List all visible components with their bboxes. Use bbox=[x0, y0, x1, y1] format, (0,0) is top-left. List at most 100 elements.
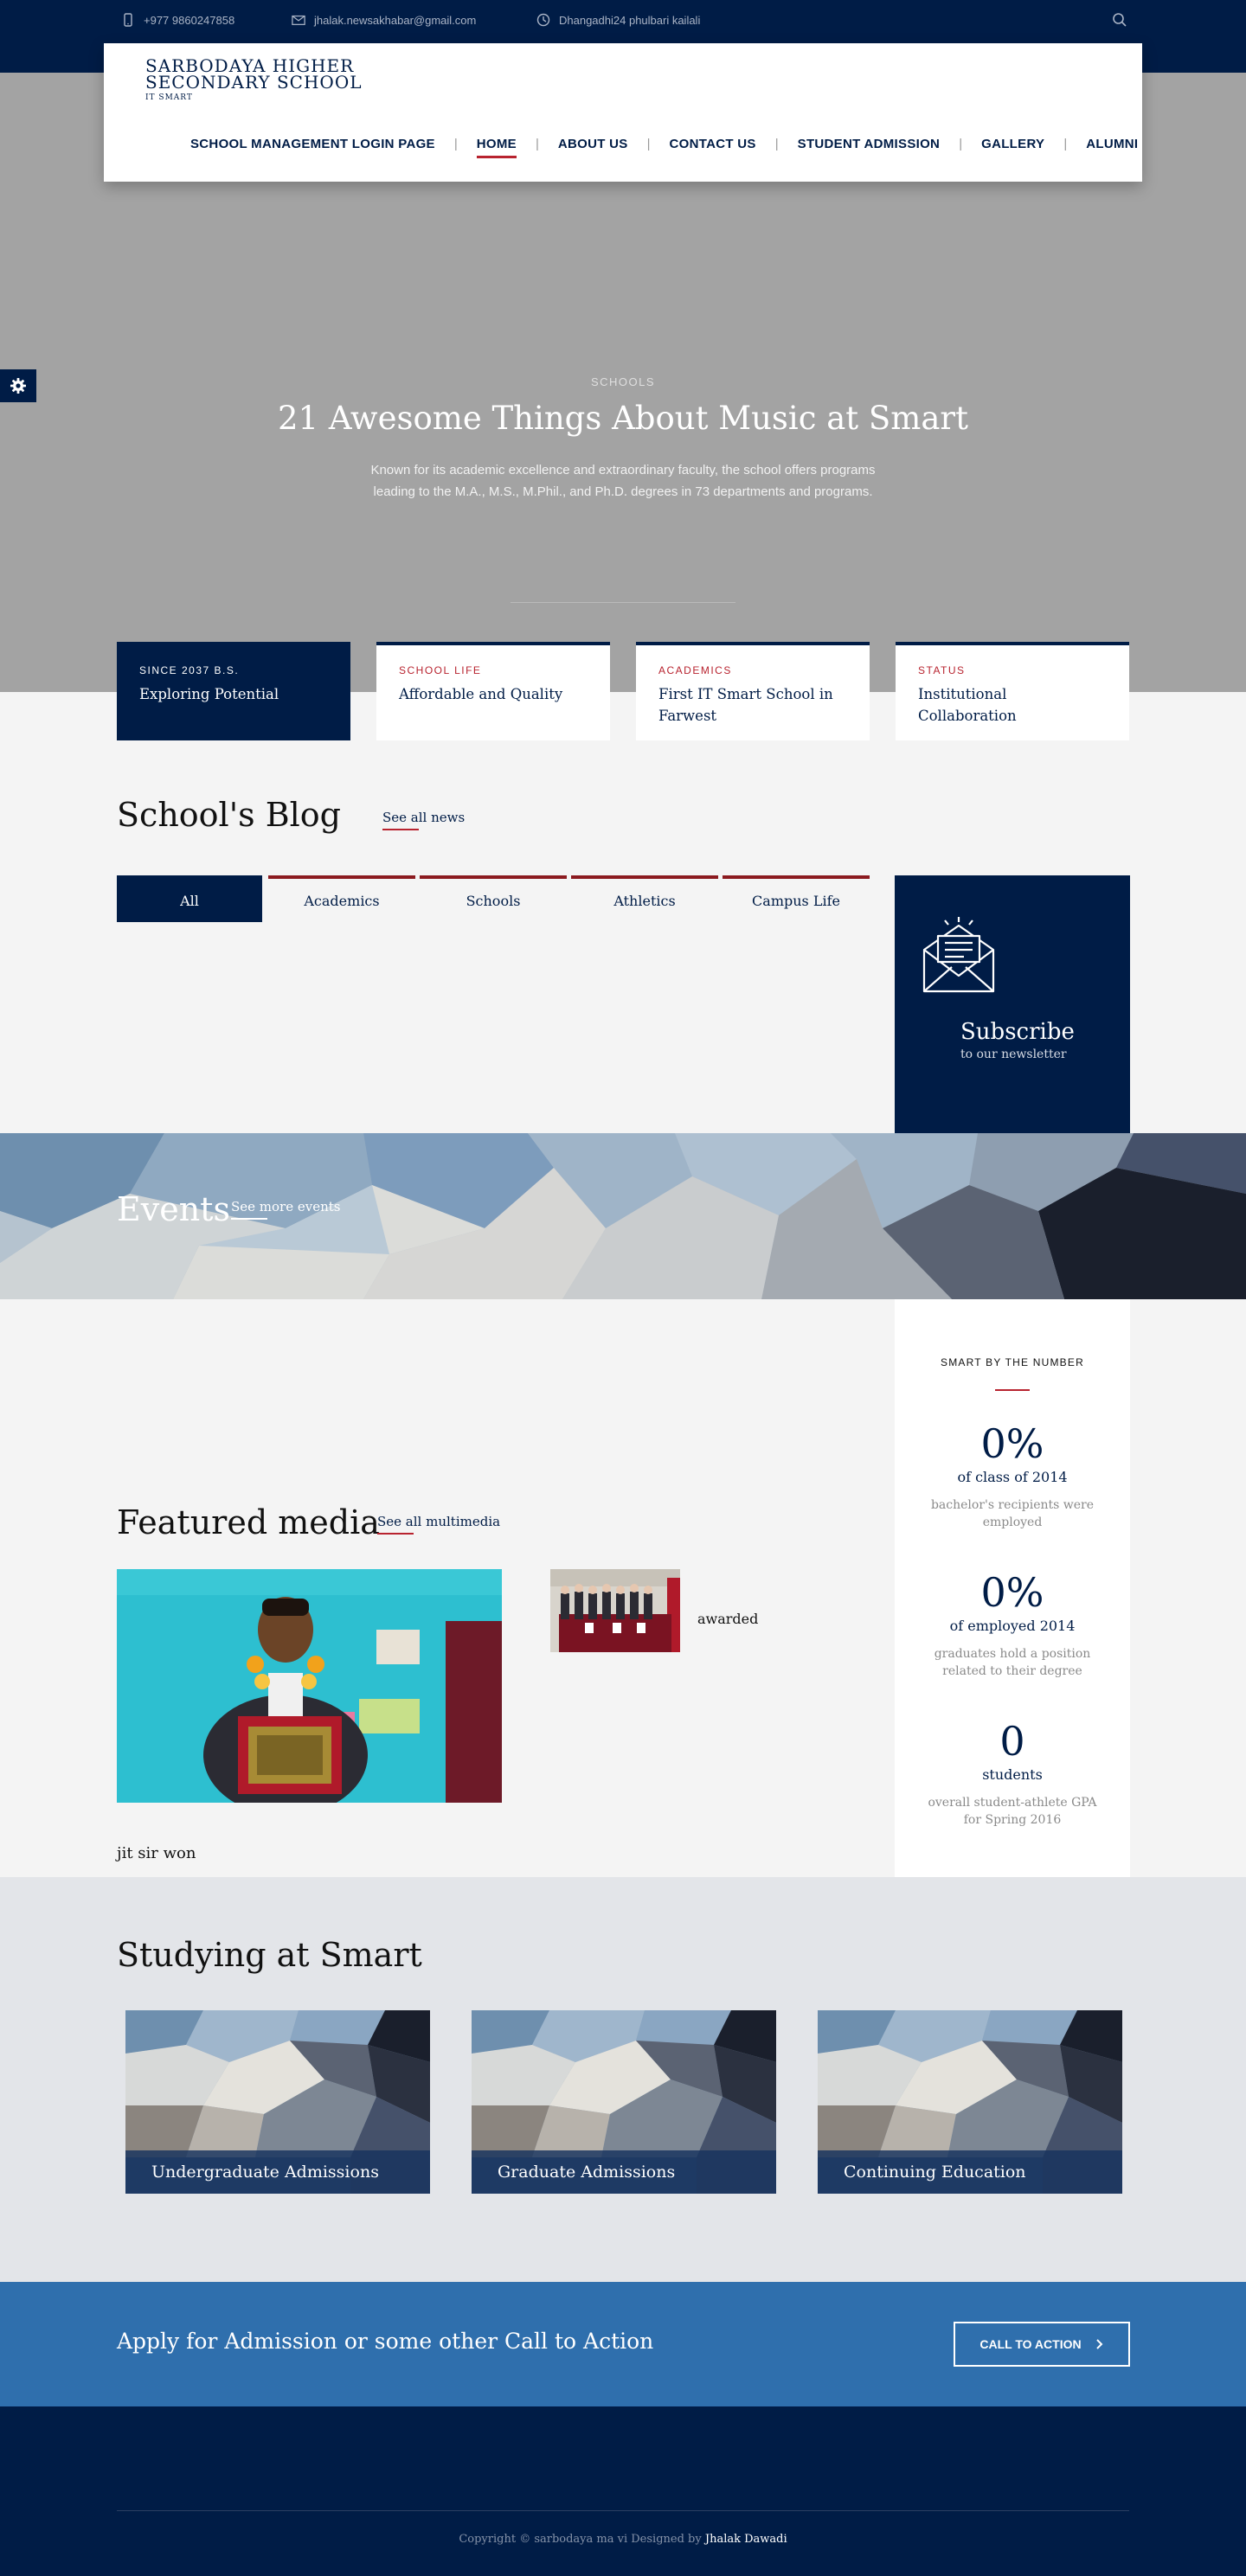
events-see-more-link[interactable]: See more events bbox=[231, 1199, 340, 1214]
stat-desc-line1: overall student-athlete GPA bbox=[928, 1796, 1097, 1810]
nav-item-home[interactable]: HOME bbox=[476, 137, 517, 158]
stat-desc-line2: employed bbox=[982, 1515, 1043, 1529]
settings-toggle[interactable] bbox=[0, 369, 36, 402]
stat-desc-line1: graduates hold a position bbox=[934, 1647, 1091, 1661]
topbar-phone: +977 9860247858 bbox=[121, 13, 234, 27]
stat-desc-line1: bachelor's recipients were bbox=[930, 1498, 1095, 1512]
clock-icon bbox=[536, 13, 550, 27]
footer-copyright-line: Copyright © sarbodaya ma vi Designed by … bbox=[0, 2533, 1246, 2546]
link-underline bbox=[377, 1533, 414, 1535]
nav-separator: | bbox=[1063, 137, 1068, 151]
feature-card-exploring-potential[interactable]: SINCE 2037 B.S. Exploring Potential bbox=[117, 642, 350, 740]
hero-text-line2: leading to the M.A., M.S., M.Phil., and … bbox=[373, 484, 873, 499]
featured-media-main-image[interactable] bbox=[117, 1569, 502, 1803]
events-title: Events bbox=[117, 1190, 230, 1228]
nav-separator: | bbox=[646, 137, 651, 151]
media-side-caption[interactable]: awarded bbox=[697, 1611, 758, 1627]
feature-card-institutional-collaboration[interactable]: STATUS Institutional Collaboration bbox=[896, 642, 1129, 740]
topbar-email: jhalak.newsakhabar@gmail.com bbox=[292, 13, 476, 27]
logo-line2[interactable]: SECONDARY SCHOOL bbox=[145, 72, 363, 93]
feature-kicker: SINCE 2037 B.S. bbox=[139, 664, 240, 676]
footer-divider bbox=[117, 2510, 1129, 2511]
topbar-address: Dhangadhi24 phulbari kailali bbox=[536, 13, 700, 27]
studying-title: Studying at Smart bbox=[117, 1936, 422, 1974]
feature-title[interactable]: Exploring Potential bbox=[139, 683, 328, 705]
feature-title[interactable]: First IT Smart School in Farwest bbox=[658, 683, 847, 727]
link-underline bbox=[231, 1218, 267, 1220]
subscribe-subtitle: to our newsletter bbox=[960, 1048, 1067, 1061]
media-main-caption[interactable]: jit sir won bbox=[117, 1844, 196, 1862]
footer-designer-link[interactable]: Jhalak Dawadi bbox=[705, 2533, 787, 2546]
study-card-continuing-education[interactable]: Continuing Education bbox=[818, 2010, 1122, 2194]
cta-text: Apply for Admission or some other Call t… bbox=[117, 2329, 654, 2354]
nav-item-student-admission[interactable]: STUDENT ADMISSION bbox=[798, 137, 941, 158]
hero-divider bbox=[511, 602, 735, 603]
logo-tagline: IT SMART bbox=[145, 93, 193, 102]
study-card-graduate[interactable]: Graduate Admissions bbox=[472, 2010, 776, 2194]
subscribe-box[interactable]: Subscribe to our newsletter bbox=[895, 875, 1130, 1135]
address-text: Dhangadhi24 phulbari kailali bbox=[559, 13, 701, 27]
call-to-action-button[interactable]: CALL TO ACTION bbox=[954, 2322, 1130, 2367]
link-underline bbox=[382, 829, 419, 830]
study-card-label[interactable]: Continuing Education bbox=[818, 2150, 1122, 2194]
site-footer: Copyright © sarbodaya ma vi Designed by … bbox=[0, 2406, 1246, 2576]
search-icon[interactable] bbox=[1112, 12, 1127, 28]
stat-desc-line2: for Spring 2016 bbox=[963, 1813, 1062, 1827]
study-card-label[interactable]: Graduate Admissions bbox=[472, 2150, 776, 2194]
featured-media-side-image[interactable] bbox=[550, 1569, 680, 1652]
feature-kicker: ACADEMICS bbox=[658, 664, 732, 676]
blog-tab-academics[interactable]: Academics bbox=[268, 875, 415, 922]
stat-number: 0% bbox=[980, 1420, 1044, 1467]
media-see-all-link[interactable]: See all multimedia bbox=[377, 1514, 500, 1529]
nav-separator: | bbox=[959, 137, 963, 151]
nav-item-school-management-login[interactable]: SCHOOL MANAGEMENT LOGIN PAGE bbox=[190, 137, 435, 158]
nav-item-gallery[interactable]: GALLERY bbox=[981, 137, 1044, 158]
gear-icon[interactable] bbox=[10, 377, 27, 394]
nav-item-alumni[interactable]: ALUMNI bbox=[1086, 137, 1138, 158]
cta-button-label[interactable]: CALL TO ACTION bbox=[979, 2337, 1081, 2351]
blog-title: School's Blog bbox=[117, 796, 342, 834]
nav-separator: | bbox=[774, 137, 779, 151]
stat-label: students bbox=[982, 1766, 1043, 1783]
site-header: SARBODAYA HIGHER SECONDARY SCHOOL IT SMA… bbox=[104, 43, 1142, 182]
blog-tab-campus-life[interactable]: Campus Life bbox=[723, 875, 870, 922]
hero-title[interactable]: 21 Awesome Things About Music at Smart bbox=[0, 400, 1246, 437]
blog-see-all-link[interactable]: See all news bbox=[382, 810, 465, 825]
stats-heading: SMART BY THE NUMBER bbox=[941, 1356, 1084, 1368]
feature-title[interactable]: Institutional Collaboration bbox=[918, 683, 1107, 727]
stat-label: of class of 2014 bbox=[957, 1469, 1068, 1485]
chevron-right-icon bbox=[1095, 2339, 1103, 2349]
hero-kicker: SCHOOLS bbox=[590, 375, 656, 388]
envelope-icon bbox=[922, 917, 995, 993]
nav-separator: | bbox=[453, 137, 458, 151]
blog-tab-athletics[interactable]: Athletics bbox=[571, 875, 718, 922]
nav-item-contact-us[interactable]: CONTACT US bbox=[670, 137, 756, 158]
footer-copyright: Copyright © sarbodaya ma vi Designed by bbox=[459, 2533, 702, 2546]
stat-number: 0% bbox=[980, 1569, 1044, 1616]
feature-kicker: SCHOOL LIFE bbox=[399, 664, 482, 676]
stat-desc-line2: related to their degree bbox=[942, 1664, 1082, 1678]
subscribe-title[interactable]: Subscribe bbox=[960, 1019, 1075, 1045]
blog-tab-schools[interactable]: Schools bbox=[420, 875, 567, 922]
feature-title[interactable]: Affordable and Quality bbox=[399, 683, 588, 705]
events-section: Events See more events bbox=[0, 1133, 1246, 1299]
stat-number: 0 bbox=[999, 1718, 1025, 1765]
stats-panel: SMART BY THE NUMBER 0% of class of 2014 … bbox=[895, 1299, 1130, 1877]
stats-divider bbox=[995, 1389, 1030, 1391]
feature-kicker: STATUS bbox=[918, 664, 966, 676]
mail-icon bbox=[292, 15, 305, 25]
feature-card-affordable-quality[interactable]: SCHOOL LIFE Affordable and Quality bbox=[376, 642, 610, 740]
main-nav: SCHOOL MANAGEMENT LOGIN PAGE | HOME | AB… bbox=[190, 137, 1138, 158]
media-title: Featured media bbox=[117, 1503, 380, 1541]
blog-tab-all[interactable]: All bbox=[117, 875, 262, 922]
nav-item-about-us[interactable]: ABOUT US bbox=[558, 137, 628, 158]
email-text[interactable]: jhalak.newsakhabar@gmail.com bbox=[314, 14, 476, 27]
phone-icon bbox=[124, 13, 132, 27]
cta-section: Apply for Admission or some other Call t… bbox=[0, 2282, 1246, 2406]
hero-text-line1: Known for its academic excellence and ex… bbox=[370, 463, 876, 477]
phone-text[interactable]: +977 9860247858 bbox=[144, 14, 234, 27]
feature-card-first-it-smart-school[interactable]: ACADEMICS First IT Smart School in Farwe… bbox=[636, 642, 870, 740]
study-card-undergraduate[interactable]: Undergraduate Admissions bbox=[125, 2010, 430, 2194]
study-card-label[interactable]: Undergraduate Admissions bbox=[125, 2150, 430, 2194]
search-button[interactable] bbox=[1112, 12, 1127, 32]
